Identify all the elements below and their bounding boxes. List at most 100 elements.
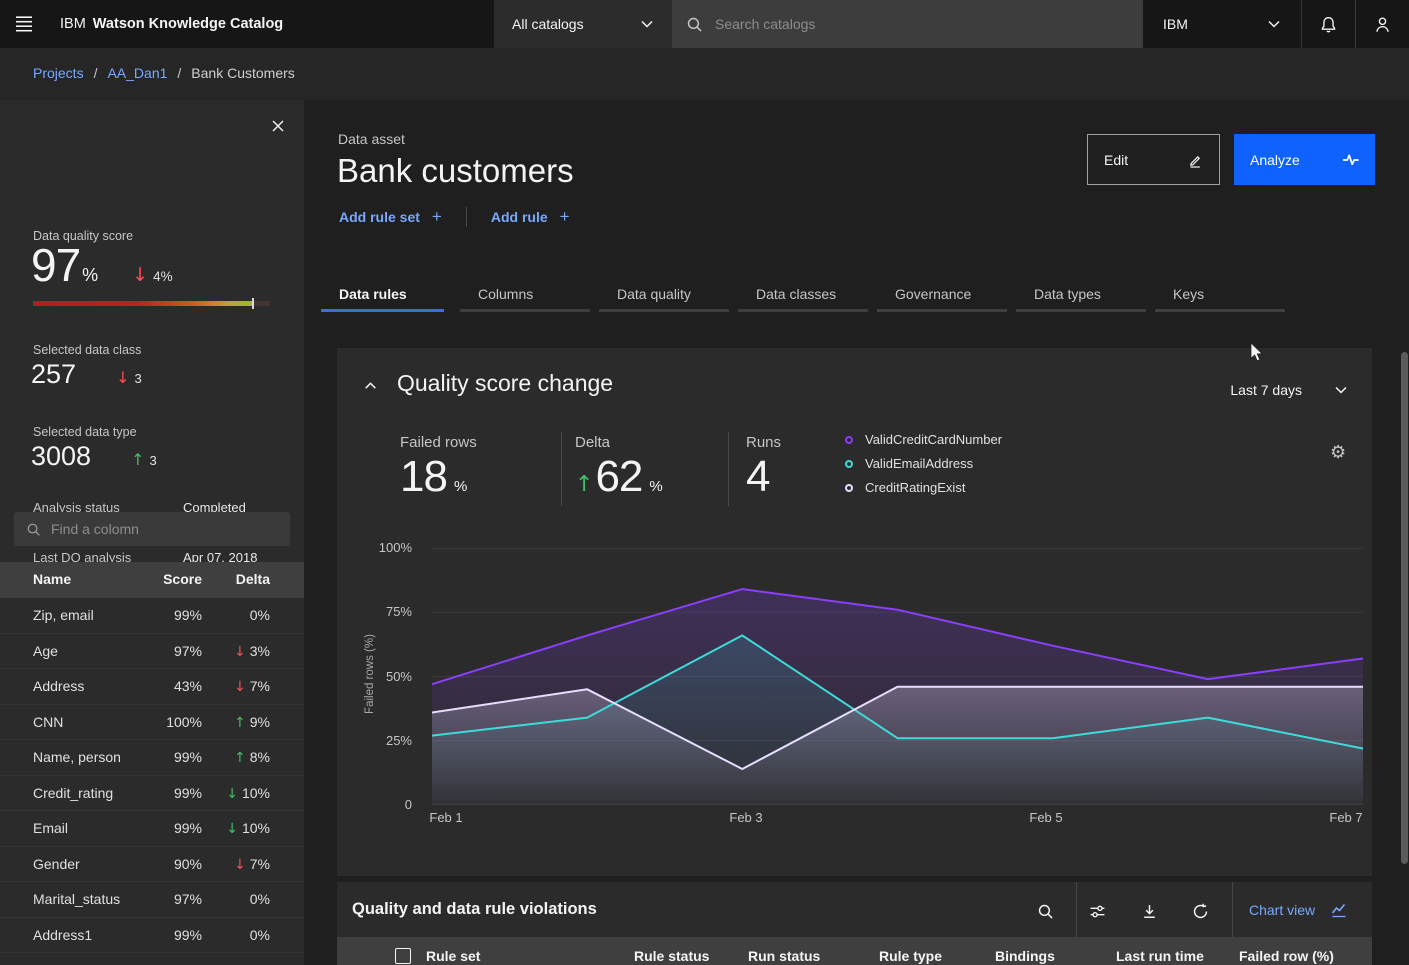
breadcrumb: Projects/AA_Dan1/Bank Customers — [33, 65, 295, 81]
table-row-cnn[interactable]: CNN100%↑9% — [0, 705, 304, 741]
data-type-number: 3008 — [31, 443, 91, 470]
data-class-value: 257 ↓ 3 — [31, 361, 142, 388]
tab-underline — [321, 309, 444, 312]
legend-item-creditratingexist[interactable]: CreditRatingExist — [845, 480, 1002, 495]
profile-button[interactable] — [1355, 0, 1409, 48]
delta-arrow-icon: ↑ — [234, 750, 246, 766]
cell-name: Address1 — [33, 927, 92, 943]
hamburger-menu-icon[interactable] — [0, 0, 48, 48]
tab-columns[interactable]: Columns — [460, 278, 599, 312]
quality-chart-svg — [432, 548, 1363, 805]
top-header: IBM Watson Knowledge Catalog All catalog… — [0, 0, 1409, 48]
chevron-down-icon — [640, 17, 654, 31]
table-row-credit-rating[interactable]: Credit_rating99%↓10% — [0, 776, 304, 812]
delta-arrow-icon: ↓ — [132, 264, 148, 286]
table-row-zip-email[interactable]: Zip, email99%0% — [0, 598, 304, 634]
catalog-selector-dropdown[interactable]: All catalogs — [494, 0, 672, 48]
stat-unit: % — [454, 478, 467, 495]
y-tick-label: 100% — [352, 540, 412, 555]
analyze-button[interactable]: Analyze — [1234, 134, 1375, 185]
table-row-email[interactable]: Email99%↓10% — [0, 811, 304, 847]
legend-item-validcreditcardnumber[interactable]: ValidCreditCardNumber — [845, 432, 1002, 447]
stat-value: 4 — [746, 455, 769, 499]
app-window: IBM Watson Knowledge Catalog All catalog… — [0, 0, 1409, 965]
x-tick-label: Feb 7 — [1306, 810, 1386, 825]
plus-icon: + — [432, 207, 442, 227]
breadcrumb-separator: / — [94, 65, 98, 81]
search-button[interactable] — [1035, 901, 1055, 921]
account-dropdown[interactable]: IBM — [1143, 0, 1301, 48]
chevron-down-icon — [1334, 383, 1348, 397]
notifications-button[interactable] — [1301, 0, 1355, 48]
quality-gradient-bar — [33, 301, 270, 306]
delta-arrow-icon: ↓ — [234, 679, 246, 695]
breadcrumb-item-bank-customers: Bank Customers — [191, 65, 294, 81]
edit-button-label: Edit — [1104, 152, 1128, 168]
violations-column-rule-type: Rule type — [879, 948, 942, 964]
tab-governance[interactable]: Governance — [877, 278, 1016, 312]
add-links-row: Add rule set + Add rule + — [339, 207, 570, 227]
close-icon — [271, 119, 285, 133]
stat-runs: Runs 4 — [746, 434, 781, 499]
chevron-up-icon — [363, 378, 378, 393]
delta-arrow-icon: ↑ — [131, 450, 144, 469]
table-row-age[interactable]: Age97%↓3% — [0, 634, 304, 670]
tab-underline — [1155, 309, 1285, 312]
delta-value: 0% — [250, 891, 270, 907]
cell-name: Age — [33, 643, 58, 659]
legend-item-validemailaddress[interactable]: ValidEmailAddress — [845, 456, 1002, 471]
plus-icon: + — [560, 207, 570, 227]
breadcrumb-item-projects[interactable]: Projects — [33, 65, 84, 81]
gear-icon[interactable]: ⚙ — [1330, 444, 1346, 462]
cell-delta: ↑9% — [234, 714, 270, 731]
table-row-name-person[interactable]: Name, person99%↑8% — [0, 740, 304, 776]
table-row-address1[interactable]: Address199%0% — [0, 918, 304, 954]
data-type-value: 3008 ↑ 3 — [31, 443, 157, 470]
table-row-address[interactable]: Address43%↓7% — [0, 669, 304, 705]
gradient-marker — [252, 298, 254, 309]
quality-score-value: 97 % ↓ 4% — [31, 242, 173, 288]
time-range-dropdown[interactable]: Last 7 days — [1230, 382, 1348, 398]
tab-underline — [599, 309, 729, 312]
download-button[interactable] — [1139, 901, 1159, 921]
activity-icon — [1342, 151, 1359, 168]
divider — [561, 432, 562, 506]
tab-data-rules[interactable]: Data rules — [321, 278, 460, 312]
cell-name: Credit_rating — [33, 785, 113, 801]
column-header-delta: Delta — [236, 571, 270, 587]
chart-line-icon — [1331, 902, 1347, 918]
delta-arrow-icon: ↓ — [226, 786, 238, 802]
tab-data-quality[interactable]: Data quality — [599, 278, 738, 312]
app-title: IBM Watson Knowledge Catalog — [60, 0, 283, 48]
account-label: IBM — [1163, 16, 1188, 32]
tab-keys[interactable]: Keys — [1155, 278, 1294, 312]
vertical-scrollbar[interactable] — [1401, 352, 1408, 864]
violations-column-rule-status: Rule status — [634, 948, 709, 964]
chart-card-title: Quality score change — [397, 370, 613, 397]
delta-arrow-icon: ↓ — [234, 857, 246, 873]
cell-delta: ↓10% — [226, 785, 270, 802]
refresh-button[interactable] — [1190, 901, 1210, 921]
violations-column-rule-set: Rule set — [426, 948, 480, 964]
data-type-label: Selected data type — [33, 425, 137, 439]
cell-score: 100% — [166, 714, 202, 730]
chart-legend: ValidCreditCardNumber ValidEmailAddress Cr… — [845, 432, 1002, 504]
close-sidebar-button[interactable] — [268, 116, 288, 136]
column-search-input[interactable] — [51, 521, 278, 537]
add-rule-set-link[interactable]: Add rule set + — [339, 207, 442, 227]
breadcrumb-item-aa-dan1[interactable]: AA_Dan1 — [107, 65, 167, 81]
tab-label: Keys — [1173, 286, 1204, 302]
bell-icon — [1320, 16, 1337, 33]
filter-button[interactable] — [1087, 901, 1107, 921]
select-all-checkbox[interactable] — [395, 948, 411, 964]
chart-view-toggle[interactable]: Chart view — [1249, 902, 1347, 918]
add-rule-link[interactable]: Add rule + — [491, 207, 570, 227]
edit-button[interactable]: Edit — [1087, 134, 1220, 185]
collapse-section-button[interactable] — [363, 378, 378, 398]
column-search — [14, 512, 290, 546]
tab-data-types[interactable]: Data types — [1016, 278, 1155, 312]
search-input[interactable] — [715, 16, 1129, 32]
table-row-gender[interactable]: Gender90%↓7% — [0, 847, 304, 883]
table-row-marital-status[interactable]: Marital_status97%0% — [0, 882, 304, 918]
tab-data-classes[interactable]: Data classes — [738, 278, 877, 312]
